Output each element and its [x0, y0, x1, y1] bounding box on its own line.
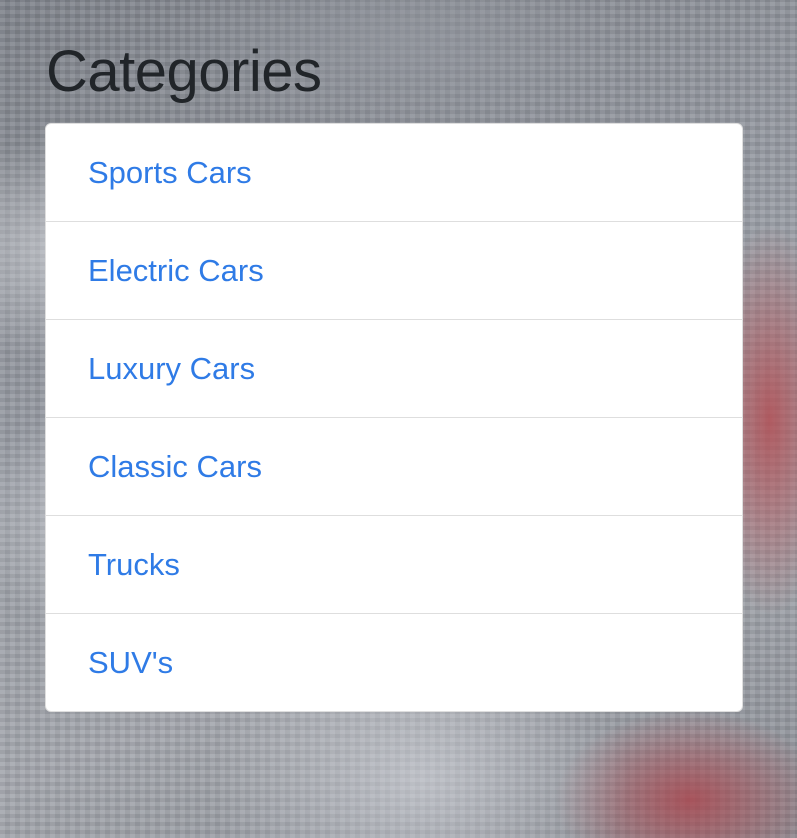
- categories-list: Sports Cars Electric Cars Luxury Cars Cl…: [45, 123, 743, 712]
- page-title: Categories: [46, 39, 322, 104]
- category-link-classic-cars[interactable]: Classic Cars: [46, 417, 742, 515]
- category-link-sports-cars[interactable]: Sports Cars: [46, 124, 742, 221]
- category-link-suvs[interactable]: SUV's: [46, 613, 742, 711]
- category-link-trucks[interactable]: Trucks: [46, 515, 742, 613]
- category-link-electric-cars[interactable]: Electric Cars: [46, 221, 742, 319]
- category-link-luxury-cars[interactable]: Luxury Cars: [46, 319, 742, 417]
